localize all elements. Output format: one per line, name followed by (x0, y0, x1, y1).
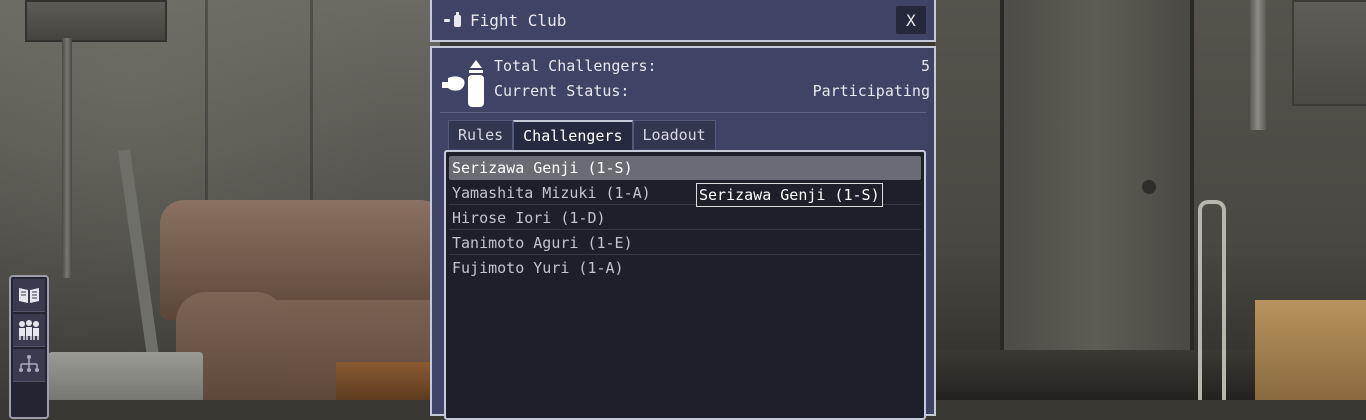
current-status-value: Participating (812, 82, 930, 100)
current-status-label: Current Status: (494, 82, 630, 100)
current-status-row: Current Status: Participating (494, 82, 930, 100)
fight-club-panel: Total Challengers: 5 Current Status: Par… (430, 46, 936, 420)
divider (440, 112, 926, 113)
electrical-box (1292, 0, 1366, 106)
dialog-titlebar: Fight Club X (430, 0, 936, 42)
hierarchy-icon[interactable] (13, 349, 45, 382)
dialog-title: Fight Club (470, 10, 567, 30)
hover-tooltip: Serizawa Genji (1-S) (696, 183, 883, 207)
wall-unit (25, 0, 167, 42)
group-icon[interactable] (13, 314, 45, 347)
ladder (1198, 200, 1226, 400)
boxing-glove-punching-bag-icon (440, 58, 486, 108)
wall-pipe-right (1250, 0, 1266, 130)
total-challengers-label: Total Challengers: (494, 57, 657, 75)
tab-challengers[interactable]: Challengers (513, 120, 633, 150)
punching-bag-icon (444, 9, 466, 31)
list-item[interactable]: Serizawa Genji (1-S) (449, 156, 921, 180)
close-button[interactable]: X (896, 6, 926, 34)
cardboard-box (1255, 300, 1366, 400)
tab-bar: Rules Challengers Loadout (448, 120, 716, 150)
list-item[interactable]: Hirose Iori (1-D) (449, 206, 921, 230)
door-knob (1142, 180, 1156, 194)
map-icon[interactable] (13, 279, 45, 312)
tab-rules[interactable]: Rules (448, 120, 514, 149)
total-challengers-value: 5 (920, 57, 930, 75)
list-item[interactable]: Fujimoto Yuri (1-A) (449, 256, 921, 280)
metal-door (1000, 0, 1194, 360)
total-challengers-row: Total Challengers: 5 (494, 57, 930, 75)
list-item[interactable]: Tanimoto Aguri (1-E) (449, 231, 921, 255)
tab-loadout[interactable]: Loadout (632, 120, 716, 149)
space-heater (48, 352, 203, 400)
wall-pipe (62, 38, 72, 278)
side-toolbar (9, 275, 49, 419)
